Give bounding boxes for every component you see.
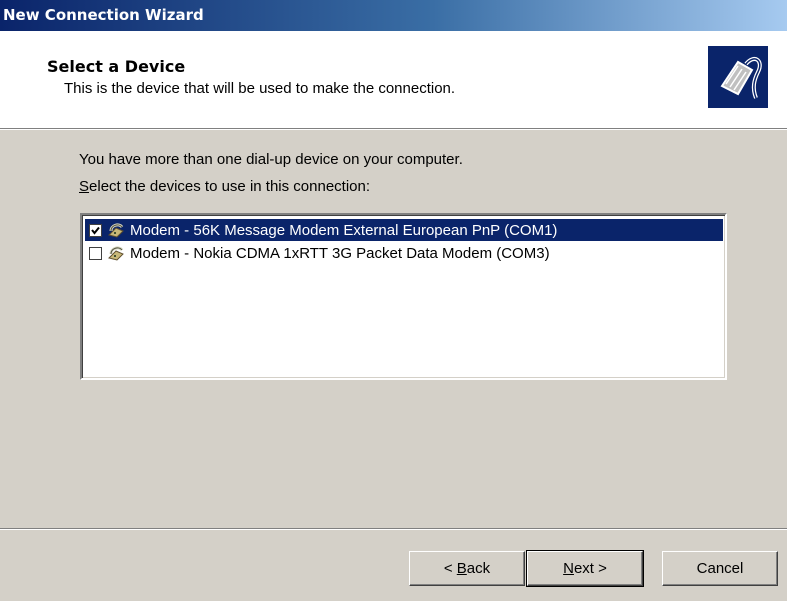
back-prefix: < <box>443 560 457 577</box>
footer-divider-highlight <box>0 529 787 530</box>
network-cable-icon <box>708 46 768 108</box>
cancel-button[interactable]: Cancel <box>662 551 778 586</box>
intro-text: You have more than one dial-up device on… <box>79 151 463 168</box>
device-label: Modem - Nokia CDMA 1xRTT 3G Packet Data … <box>130 244 550 262</box>
modem-icon <box>108 246 124 261</box>
page-title: Select a Device <box>47 57 186 76</box>
label-text: elect the devices to use in this connect… <box>89 178 371 195</box>
cancel-label: Cancel <box>696 560 744 577</box>
next-button[interactable]: Next > <box>526 550 644 587</box>
title-bar[interactable]: New Connection Wizard <box>0 0 787 31</box>
back-button[interactable]: < Back <box>409 551 525 586</box>
list-item-device-com1[interactable]: Modem - 56K Message Modem External Europ… <box>85 219 723 241</box>
next-accelerator: N <box>563 560 574 577</box>
device-list-label: Select the devices to use in this connec… <box>79 178 370 195</box>
back-text: ack <box>466 560 491 577</box>
checkmark-icon <box>91 226 100 235</box>
list-item-device-com3[interactable]: Modem - Nokia CDMA 1xRTT 3G Packet Data … <box>85 242 723 264</box>
device-checkbox-com1[interactable] <box>89 223 102 237</box>
page-subtitle: This is the device that will be used to … <box>64 80 456 97</box>
label-accelerator: S <box>79 178 90 195</box>
window-title: New Connection Wizard <box>3 6 204 24</box>
device-checkbox-com3[interactable] <box>89 246 102 260</box>
back-accelerator: B <box>456 560 467 577</box>
device-label: Modem - 56K Message Modem External Europ… <box>130 221 558 239</box>
modem-icon <box>108 223 124 238</box>
next-text: ext > <box>573 560 607 577</box>
wizard-header: Select a Device This is the device that … <box>0 31 787 128</box>
header-divider-highlight <box>0 129 787 130</box>
device-list[interactable]: Modem - 56K Message Modem External Europ… <box>80 213 727 380</box>
